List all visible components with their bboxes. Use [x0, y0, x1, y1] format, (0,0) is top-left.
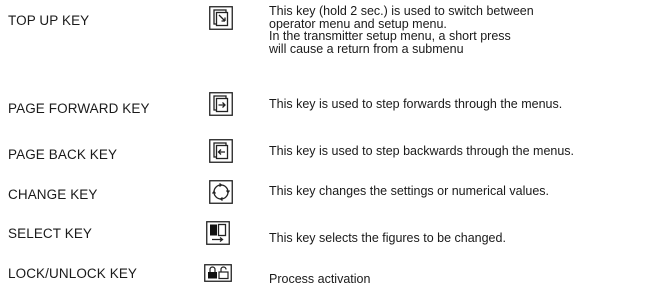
key-name-change: CHANGE KEY: [8, 187, 98, 202]
key-description-page-forward: This key is used to step forwards throug…: [269, 97, 563, 111]
key-name-select: SELECT KEY: [8, 226, 93, 241]
key-name-page-forward: PAGE FORWARD KEY: [8, 101, 150, 116]
key-name-lock-unlock: LOCK/UNLOCK KEY: [8, 266, 138, 281]
key-description-select: This key selects the figures to be chang…: [269, 231, 506, 245]
top-up-key-icon: [209, 6, 233, 30]
key-name-page-back: PAGE BACK KEY: [8, 147, 118, 162]
key-description-page-back: This key is used to step backwards throu…: [269, 144, 575, 158]
select-key-icon: [206, 221, 230, 245]
lock-unlock-key-icon: [204, 264, 232, 282]
change-key-icon: [209, 180, 233, 204]
key-name-top-up: TOP UP KEY: [8, 13, 90, 28]
key-description-change: This key changes the settings or numeric…: [269, 184, 549, 198]
page-forward-key-icon: [209, 92, 233, 116]
key-description-lock-unlock: Process activation: [269, 272, 371, 286]
key-description-top-up: This key (hold 2 sec.) is used to switch…: [269, 4, 534, 56]
page-back-key-icon: [209, 139, 233, 163]
